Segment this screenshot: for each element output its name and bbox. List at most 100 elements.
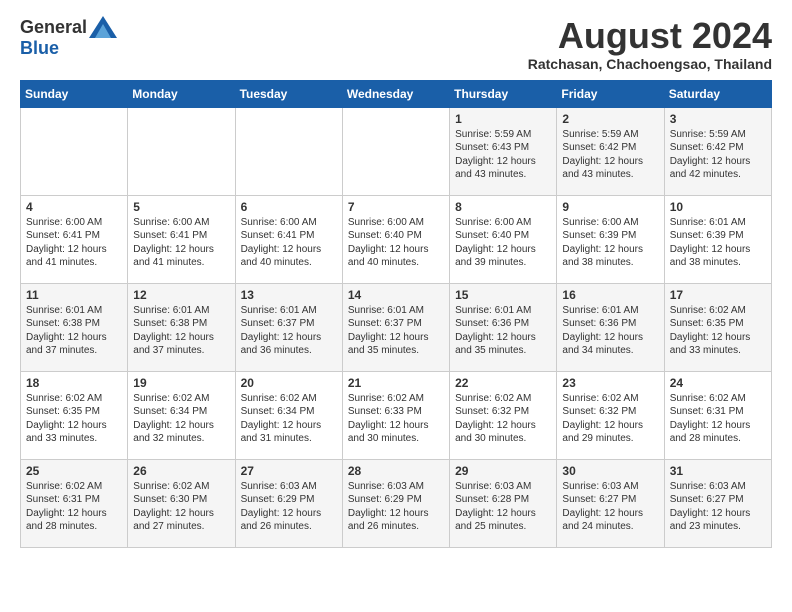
col-sunday: Sunday [21,80,128,107]
day-info-line: Sunset: 6:39 PM [562,229,658,243]
day-info-line: and 37 minutes. [26,344,122,358]
day-info-line: Daylight: 12 hours [26,331,122,345]
day-number: 1 [455,112,551,126]
cell-4-5: 30Sunrise: 6:03 AMSunset: 6:27 PMDayligh… [557,459,664,547]
day-info-line: Sunrise: 6:00 AM [348,216,444,230]
day-info-line: Sunrise: 6:01 AM [26,304,122,318]
day-info-line: Sunset: 6:37 PM [241,317,337,331]
day-info-line: and 27 minutes. [133,520,229,534]
day-info-line: Sunrise: 5:59 AM [562,128,658,142]
day-number: 14 [348,288,444,302]
day-info-line: Sunset: 6:32 PM [562,405,658,419]
cell-0-0 [21,107,128,195]
day-info-line: Sunrise: 6:03 AM [348,480,444,494]
day-info-line: Daylight: 12 hours [562,507,658,521]
day-number: 2 [562,112,658,126]
header-row: Sunday Monday Tuesday Wednesday Thursday… [21,80,772,107]
day-info-line: Sunrise: 6:01 AM [562,304,658,318]
day-info-line: Sunset: 6:41 PM [241,229,337,243]
day-info-line: and 43 minutes. [562,168,658,182]
cell-2-2: 13Sunrise: 6:01 AMSunset: 6:37 PMDayligh… [235,283,342,371]
day-info-line: Daylight: 12 hours [562,331,658,345]
day-info-line: Sunset: 6:30 PM [133,493,229,507]
day-number: 4 [26,200,122,214]
day-info-line: Sunrise: 6:00 AM [562,216,658,230]
day-info-line: Daylight: 12 hours [455,331,551,345]
day-info-line: Daylight: 12 hours [455,507,551,521]
day-info-line: and 23 minutes. [670,520,766,534]
day-info-line: Daylight: 12 hours [455,419,551,433]
day-info-line: and 28 minutes. [26,520,122,534]
day-number: 23 [562,376,658,390]
title-area: August 2024 Ratchasan, Chachoengsao, Tha… [528,16,772,72]
col-tuesday: Tuesday [235,80,342,107]
day-info-line: Sunset: 6:34 PM [133,405,229,419]
calendar-page: General Blue August 2024 Ratchasan, Chac… [0,0,792,564]
cell-4-2: 27Sunrise: 6:03 AMSunset: 6:29 PMDayligh… [235,459,342,547]
day-info-line: and 28 minutes. [670,432,766,446]
day-info-line: Daylight: 12 hours [26,243,122,257]
day-info-line: and 31 minutes. [241,432,337,446]
day-info-line: Sunset: 6:27 PM [562,493,658,507]
cell-0-4: 1 Sunrise: 5:59 AMSunset: 6:43 PMDaylight… [450,107,557,195]
day-info-line: Sunrise: 6:00 AM [241,216,337,230]
day-info-line: and 29 minutes. [562,432,658,446]
day-number: 3 [670,112,766,126]
day-info-line: Daylight: 12 hours [348,243,444,257]
day-info-line: Daylight: 12 hours [670,155,766,169]
cell-0-3 [342,107,449,195]
day-info-line: Sunrise: 6:02 AM [348,392,444,406]
day-number: 13 [241,288,337,302]
cell-2-4: 15Sunrise: 6:01 AMSunset: 6:36 PMDayligh… [450,283,557,371]
month-title: August 2024 [528,16,772,56]
day-info-line: Sunrise: 6:00 AM [455,216,551,230]
day-info-line: Sunrise: 5:59 AM [455,128,551,142]
day-number: 22 [455,376,551,390]
day-number: 7 [348,200,444,214]
day-info-line: and 35 minutes. [455,344,551,358]
day-info-line: and 40 minutes. [348,256,444,270]
cell-0-5: 2Sunrise: 5:59 AMSunset: 6:42 PMDaylight… [557,107,664,195]
day-info-line: Daylight: 12 hours [348,507,444,521]
cell-3-6: 24Sunrise: 6:02 AMSunset: 6:31 PMDayligh… [664,371,771,459]
day-info-line: Sunrise: 6:03 AM [562,480,658,494]
day-info-line: Sunrise: 6:00 AM [26,216,122,230]
day-info-line: Sunrise: 6:02 AM [26,392,122,406]
week-row-4: 25Sunrise: 6:02 AMSunset: 6:31 PMDayligh… [21,459,772,547]
day-info-line: and 32 minutes. [133,432,229,446]
cell-4-4: 29Sunrise: 6:03 AMSunset: 6:28 PMDayligh… [450,459,557,547]
day-info-line: and 38 minutes. [562,256,658,270]
day-info-line: Sunset: 6:27 PM [670,493,766,507]
day-info-line: Daylight: 12 hours [455,155,551,169]
day-info-line: and 37 minutes. [133,344,229,358]
day-info-line: and 34 minutes. [562,344,658,358]
day-number: 25 [26,464,122,478]
day-info-line: Sunrise: 6:03 AM [670,480,766,494]
day-info-line: and 41 minutes. [26,256,122,270]
day-info-line: Sunset: 6:42 PM [670,141,766,155]
day-number: 11 [26,288,122,302]
cell-1-1: 5Sunrise: 6:00 AMSunset: 6:41 PMDaylight… [128,195,235,283]
day-info-line: Daylight: 12 hours [562,419,658,433]
day-info-line: Sunrise: 6:02 AM [562,392,658,406]
col-wednesday: Wednesday [342,80,449,107]
day-info-line: Sunrise: 6:02 AM [26,480,122,494]
day-number: 28 [348,464,444,478]
cell-4-1: 26Sunrise: 6:02 AMSunset: 6:30 PMDayligh… [128,459,235,547]
day-info-line: Sunrise: 6:01 AM [133,304,229,318]
cell-0-6: 3Sunrise: 5:59 AMSunset: 6:42 PMDaylight… [664,107,771,195]
day-info-line: Daylight: 12 hours [133,507,229,521]
cell-2-5: 16Sunrise: 6:01 AMSunset: 6:36 PMDayligh… [557,283,664,371]
day-info-line: Sunset: 6:37 PM [348,317,444,331]
day-info-line: Daylight: 12 hours [455,243,551,257]
day-info-line: and 33 minutes. [26,432,122,446]
day-info-line: Sunset: 6:38 PM [26,317,122,331]
cell-1-6: 10Sunrise: 6:01 AMSunset: 6:39 PMDayligh… [664,195,771,283]
cell-4-3: 28Sunrise: 6:03 AMSunset: 6:29 PMDayligh… [342,459,449,547]
day-number: 20 [241,376,337,390]
day-info-line: and 24 minutes. [562,520,658,534]
logo-blue-row: Blue [20,38,59,59]
logo: General [20,16,117,38]
day-info-line: and 30 minutes. [455,432,551,446]
day-info-line: Sunset: 6:43 PM [455,141,551,155]
